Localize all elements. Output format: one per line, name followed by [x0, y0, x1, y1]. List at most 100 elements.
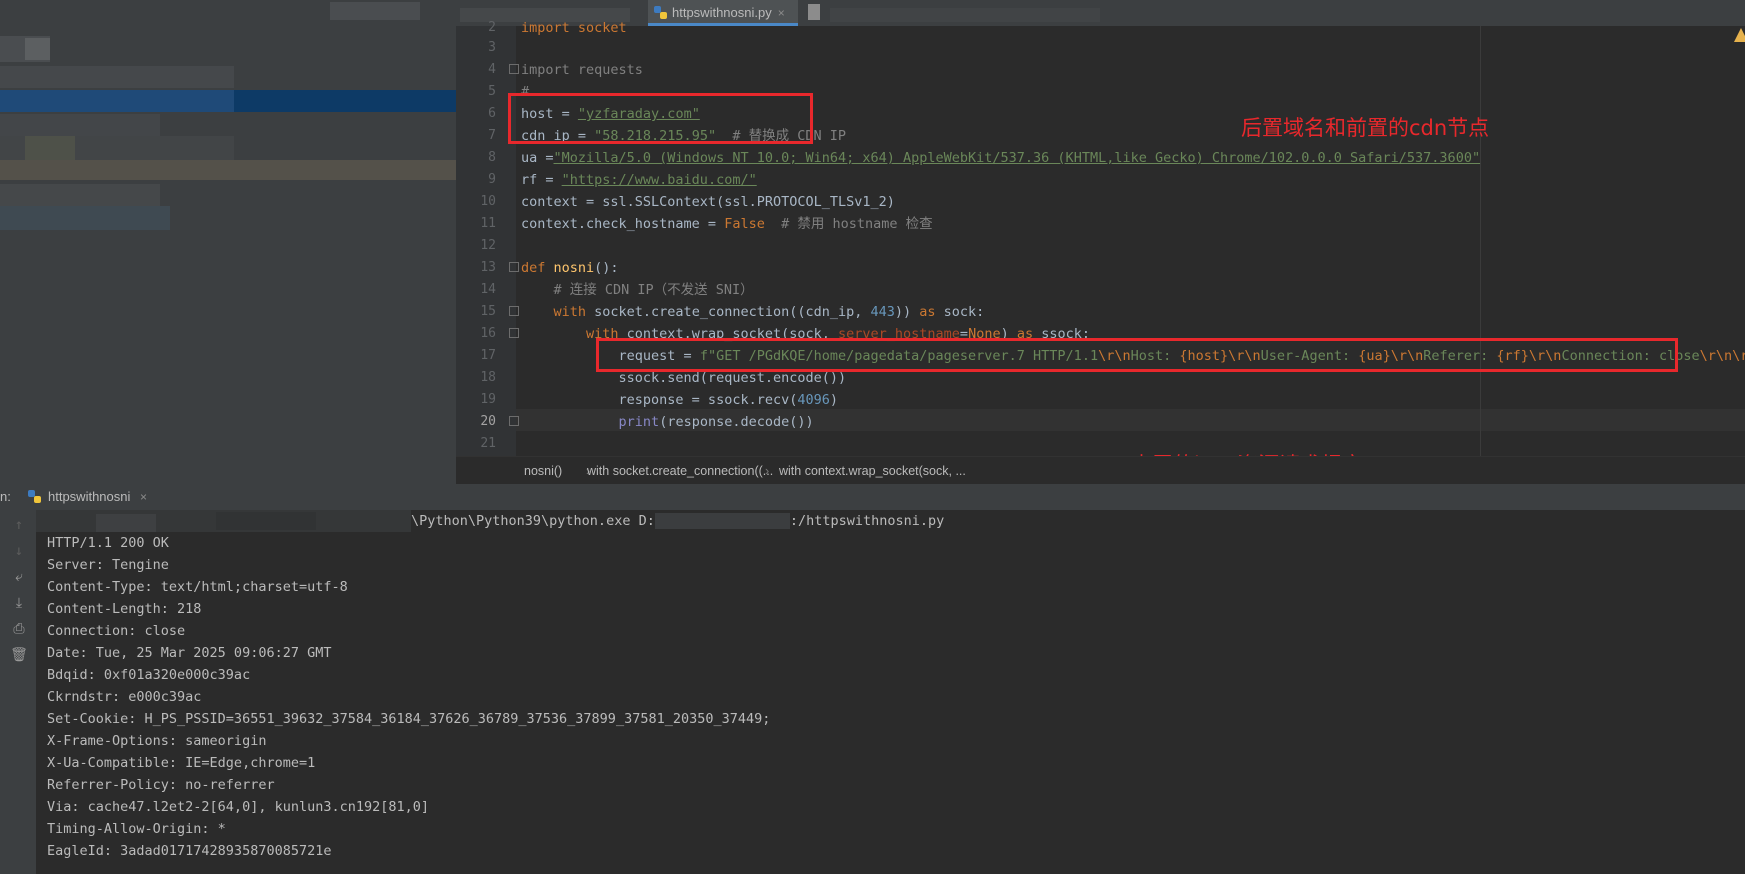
code-token: socket.create_connection((cdn_ip, — [594, 304, 871, 320]
console-line: Set-Cookie: H_PS_PSSID=36551_39632_37584… — [47, 711, 771, 727]
run-tab-label: httpswithnosni — [48, 489, 131, 504]
run-toolbar: ↑ ↓ ⤶ ⤓ ⎙ 🗑 — [0, 510, 37, 874]
blurred-tree-row — [25, 38, 50, 60]
code-token: # 禁用 hostname 检查 — [764, 216, 933, 232]
console-line: EagleId: 3adad01717428935870085721e — [47, 843, 332, 859]
blurred-path — [654, 513, 790, 529]
tab-label: httpswithnosni.py — [672, 5, 772, 20]
code-token: rf = — [521, 172, 562, 188]
blurred-tree-row — [0, 90, 234, 112]
blurred-tree-row — [234, 90, 456, 112]
code-token: print — [618, 414, 660, 430]
soft-wrap-icon[interactable]: ⤶ — [10, 568, 28, 586]
editor-tab-bar: httpswithnosni.py × — [0, 0, 1745, 27]
console-line: Via: cache47.l2et2-2[64,0], kunlun3.cn19… — [47, 799, 430, 815]
breadcrumb: nosni() › with socket.create_connection(… — [456, 456, 1745, 485]
fold-marker-icon[interactable] — [509, 416, 519, 426]
line-number: 13 — [480, 260, 496, 275]
code-token: ua = — [521, 150, 554, 166]
code-token: ) — [829, 392, 838, 408]
command-text: :/httpswithnosni.py — [789, 513, 945, 529]
annotation-note-host-cdn: 后置域名和前置的cdn节点 — [1241, 116, 1490, 140]
print-icon[interactable]: ⎙ — [10, 620, 28, 638]
blurred-tab — [830, 8, 1100, 22]
line-number: 11 — [480, 216, 496, 231]
console-line: Server: Tengine — [47, 557, 169, 573]
annotation-box-request — [596, 338, 1678, 372]
code-token: context = ssl.SSLContext(ssl.PROTOCOL_TL… — [521, 194, 895, 210]
code-token: False — [724, 216, 765, 232]
fold-marker-icon[interactable] — [509, 64, 519, 74]
line-number: 2 — [488, 20, 496, 35]
line-number: 9 — [488, 172, 496, 187]
line-number-gutter: 2 3 4 5 6 7 8 9 10 11 12 13 14 15 16 17 … — [456, 20, 519, 456]
breadcrumb-item-function[interactable]: nosni() — [524, 457, 562, 485]
line-number: 19 — [480, 392, 496, 407]
code-token: as — [919, 304, 944, 320]
code-line-20: print(response.decode()) — [521, 411, 814, 433]
python-file-icon — [28, 490, 41, 503]
code-line-10: context = ssl.SSLContext(ssl.PROTOCOL_TL… — [521, 191, 895, 213]
console-line: HTTP/1.1 200 OK — [47, 535, 169, 551]
blurred-tab — [808, 4, 820, 20]
trash-icon[interactable]: 🗑 — [10, 646, 28, 664]
run-label: n: — [0, 489, 11, 504]
run-console[interactable]: \Python\Python39\python.exe D: :/httpswit… — [36, 510, 1745, 874]
code-token: sock: — [943, 304, 985, 320]
down-arrow-icon[interactable]: ↓ — [10, 542, 28, 560]
right-margin-guide — [1480, 26, 1481, 456]
warning-icon — [1734, 28, 1745, 42]
annotation-box-host-cdn — [508, 93, 813, 144]
blurred-tree-row — [0, 136, 234, 160]
code-line-8: ua ="Mozilla/5.0 (Windows NT 10.0; Win64… — [521, 147, 1480, 169]
code-token: import socket — [521, 20, 627, 36]
tab-httpswithnosni[interactable]: httpswithnosni.py × — [648, 0, 798, 26]
code-token: response = ssock.recv( — [521, 392, 798, 408]
close-tab-icon[interactable]: × — [778, 6, 785, 20]
code-token: )) — [894, 304, 920, 320]
console-line: X-Ua-Compatible: IE=Edge,chrome=1 — [47, 755, 316, 771]
code-token: ssock.send(request.encode()) — [521, 370, 847, 386]
line-number: 6 — [488, 106, 496, 121]
console-line: Ckrndstr: e000c39ac — [47, 689, 202, 705]
code-token: \r\n\r\n — [1699, 348, 1745, 364]
code-line-11: context.check_hostname = False # 禁用 host… — [521, 213, 933, 235]
fold-marker-icon[interactable] — [509, 328, 519, 338]
breadcrumb-separator: › — [765, 464, 770, 478]
python-file-icon — [654, 6, 667, 19]
code-token: 443 — [870, 304, 895, 320]
line-number: 10 — [480, 194, 496, 209]
line-number: 18 — [480, 370, 496, 385]
code-token: def — [521, 260, 554, 276]
line-number: 14 — [480, 282, 496, 297]
breadcrumb-item-create-connection[interactable]: with socket.create_connection((... — [587, 457, 773, 485]
project-panel — [0, 26, 456, 484]
line-number: 17 — [480, 348, 496, 363]
line-number: 7 — [488, 128, 496, 143]
up-arrow-icon[interactable]: ↑ — [10, 516, 28, 534]
code-editor[interactable]: 2 3 4 5 6 7 8 9 10 11 12 13 14 15 16 17 … — [456, 20, 1745, 477]
console-line: Bdqid: 0xf01a320e000c39ac — [47, 667, 251, 683]
line-number: 16 — [480, 326, 496, 341]
console-line: Date: Tue, 25 Mar 2025 09:06:27 GMT — [47, 645, 332, 661]
console-line: Content-Type: text/html;charset=utf-8 — [47, 579, 348, 595]
scroll-to-end-icon[interactable]: ⤓ — [10, 594, 28, 612]
blurred-tree-row — [0, 66, 234, 88]
close-run-tab-icon[interactable]: × — [140, 490, 147, 504]
breadcrumb-item-wrap-socket[interactable]: with context.wrap_socket(sock, ... — [779, 457, 966, 485]
code-token: import requests — [521, 62, 643, 78]
fold-marker-icon[interactable] — [509, 262, 519, 272]
code-token: (response.decode()) — [659, 414, 814, 430]
code-line-14: # 连接 CDN IP（不发送 SNI） — [521, 279, 754, 301]
console-line: Content-Length: 218 — [47, 601, 202, 617]
blurred-tree-row — [0, 206, 170, 230]
command-text: \Python\Python39\python.exe D: — [411, 513, 655, 529]
line-number: 3 — [488, 40, 496, 55]
line-number: 5 — [488, 84, 496, 99]
fold-marker-icon[interactable] — [509, 306, 519, 316]
run-tab-httpswithnosni[interactable]: httpswithnosni × — [26, 484, 147, 510]
blurred-path — [216, 512, 316, 530]
run-tool-window-header: n: httpswithnosni × — [0, 484, 1745, 511]
code-line-2: import socket — [521, 17, 627, 39]
